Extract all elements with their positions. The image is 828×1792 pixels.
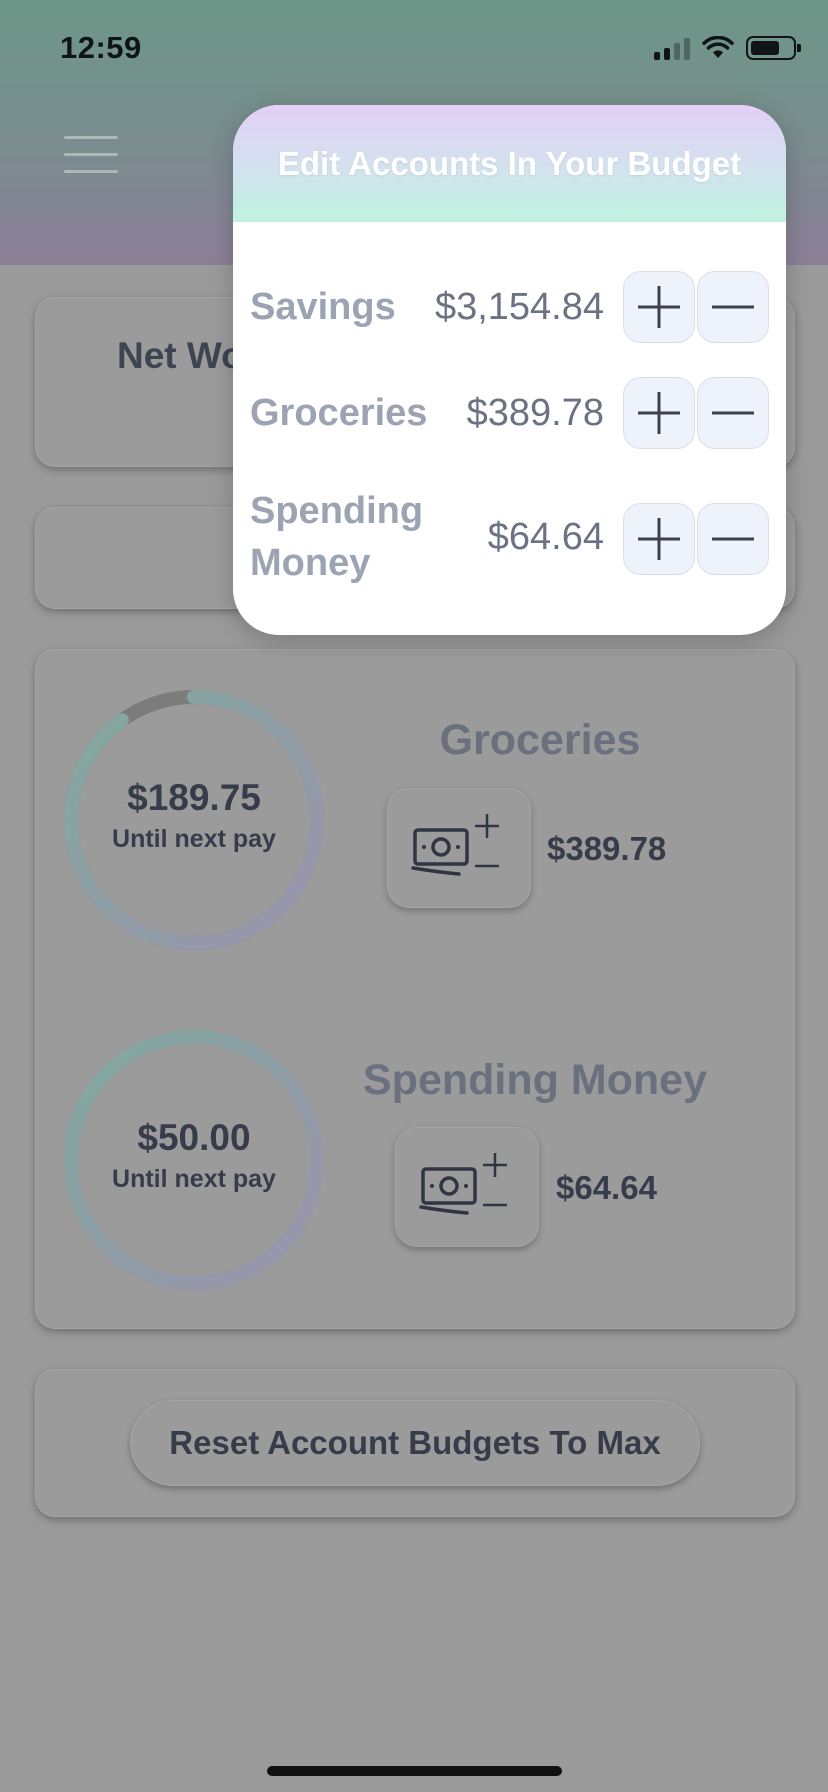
add-groceries-button[interactable] xyxy=(623,377,695,449)
groceries-ring-subtitle: Until next pay xyxy=(112,825,276,853)
groceries-edit-button[interactable] xyxy=(387,788,531,908)
account-row-name: Groceries xyxy=(250,392,428,434)
cash-plus-minus-icon xyxy=(411,814,499,876)
edit-accounts-modal: Edit Accounts In Your Budget Savings $3,… xyxy=(233,105,786,635)
home-indicator[interactable] xyxy=(267,1766,562,1776)
groceries-ring-amount: $189.75 xyxy=(127,777,261,818)
minus-icon xyxy=(712,305,754,309)
minus-icon xyxy=(712,537,754,541)
reset-card: Reset Account Budgets To Max xyxy=(35,1369,795,1517)
spending-ring-amount: $50.00 xyxy=(137,1117,251,1158)
menu-icon[interactable] xyxy=(64,136,118,174)
account-row-savings: Savings $3,154.84 xyxy=(233,269,786,345)
status-time: 12:59 xyxy=(60,30,142,65)
wifi-icon xyxy=(702,36,734,58)
spending-ring-subtitle: Until next pay xyxy=(112,1165,276,1193)
plus-icon xyxy=(638,518,680,560)
plus-icon xyxy=(638,392,680,434)
battery-icon xyxy=(746,36,801,60)
spending-progress-ring: $50.00 Until next pay xyxy=(63,1029,325,1291)
account-row-value: $3,154.84 xyxy=(434,286,604,328)
groceries-title: Groceries xyxy=(439,716,641,764)
add-savings-button[interactable] xyxy=(623,271,695,343)
account-row-name: Spending Money xyxy=(250,490,424,584)
reset-budgets-button[interactable]: Reset Account Budgets To Max xyxy=(130,1400,700,1486)
cash-plus-minus-icon xyxy=(419,1153,507,1215)
spending-money-title: Spending Money xyxy=(363,1056,707,1104)
status-icons xyxy=(654,36,801,60)
groceries-balance: $389.78 xyxy=(547,830,667,867)
groceries-progress-ring: $189.75 Until next pay xyxy=(63,689,325,951)
plus-icon xyxy=(638,286,680,328)
subtract-savings-button[interactable] xyxy=(697,271,769,343)
account-row-value: $64.64 xyxy=(487,516,604,558)
spending-money-edit-button[interactable] xyxy=(395,1127,539,1247)
accounts-card: $189.75 Until next pay Groceries $389.78 xyxy=(35,649,795,1329)
account-row-spending-money: Spending Money $64.64 xyxy=(233,485,786,595)
spending-money-balance: $64.64 xyxy=(556,1169,657,1206)
add-spending-money-button[interactable] xyxy=(623,503,695,575)
modal-title: Edit Accounts In Your Budget xyxy=(277,144,742,182)
cellular-signal-icon xyxy=(654,36,690,60)
minus-icon xyxy=(712,411,754,415)
account-row-name: Savings xyxy=(250,286,396,328)
modal-header: Edit Accounts In Your Budget xyxy=(233,105,786,222)
account-row-value: $389.78 xyxy=(466,392,604,434)
subtract-groceries-button[interactable] xyxy=(697,377,769,449)
net-worth-label: Net Wo xyxy=(117,335,244,376)
account-row-groceries: Groceries $389.78 xyxy=(233,375,786,451)
subtract-spending-money-button[interactable] xyxy=(697,503,769,575)
